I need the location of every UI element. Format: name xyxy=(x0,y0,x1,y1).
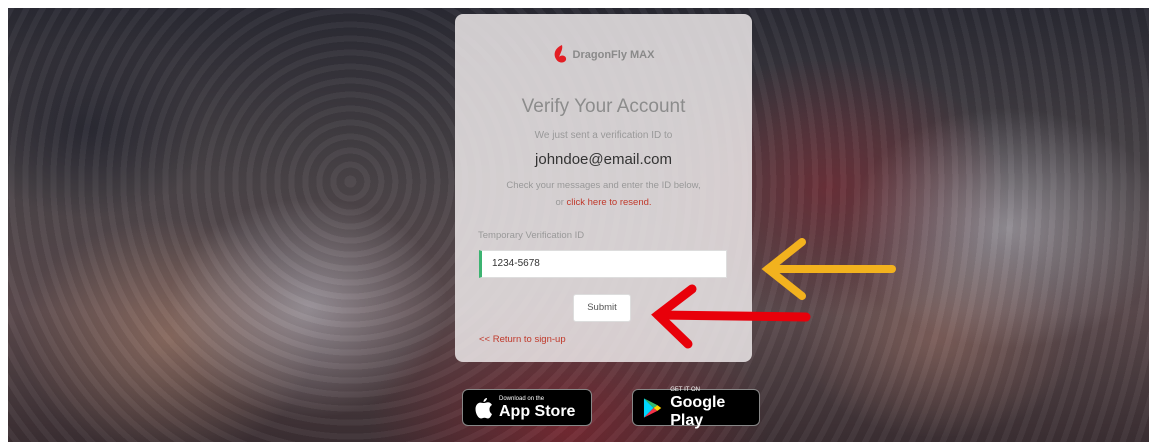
app-store-badge[interactable]: Download on the App Store xyxy=(462,389,592,426)
sent-text: We just sent a verification ID to xyxy=(534,130,673,141)
email-address: johndoe@email.com xyxy=(535,151,672,168)
submit-button[interactable]: Submit xyxy=(573,294,631,322)
brand-name: DragonFly MAX xyxy=(572,49,655,61)
google-play-small-text: GET IT ON xyxy=(670,386,700,393)
verification-id-label: Temporary Verification ID xyxy=(478,230,585,241)
google-play-icon xyxy=(643,397,662,418)
instructions-line: Check your messages and enter the ID bel… xyxy=(506,180,701,191)
apple-icon xyxy=(475,397,492,418)
brand-logo: DragonFly MAX xyxy=(455,44,752,66)
app-store-small-text: Download on the xyxy=(499,395,545,402)
red-arrow-icon xyxy=(651,284,811,349)
page-title: Verify Your Account xyxy=(521,96,686,117)
verification-id-input[interactable]: 1234-5678 xyxy=(479,250,727,278)
app-store-text: App Store xyxy=(499,402,576,420)
instructions-text: Check your messages and enter the ID bel… xyxy=(475,177,732,211)
dragonfly-swirl-icon xyxy=(554,45,566,63)
google-play-text: Google Play xyxy=(670,393,726,429)
return-to-signup-link[interactable]: << Return to sign-up xyxy=(479,334,566,345)
resend-link[interactable]: click here to resend. xyxy=(567,197,652,208)
google-play-badge[interactable]: GET IT ON Google Play xyxy=(632,386,760,429)
or-text: or xyxy=(555,197,564,208)
